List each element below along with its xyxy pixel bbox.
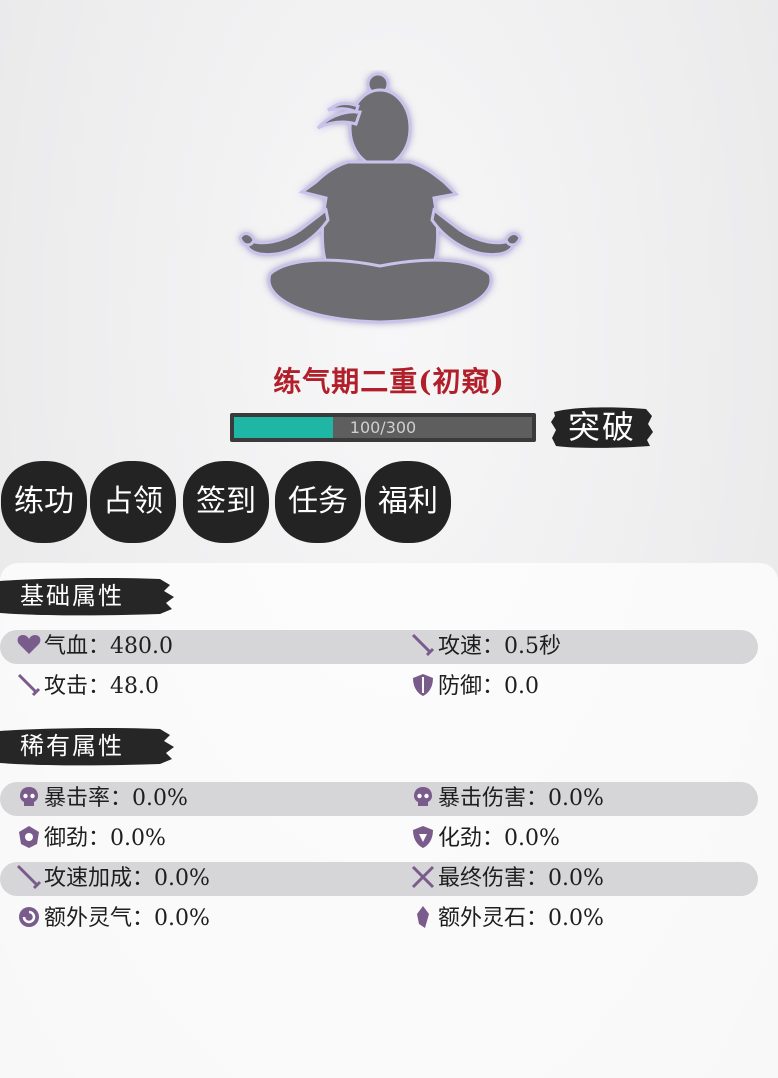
- stat-final-damage: 最终伤害：0.0%: [410, 862, 604, 896]
- stat-value: 0.0%: [548, 866, 604, 891]
- stat-label: 攻击：: [44, 674, 111, 699]
- progress-text: 100/300: [349, 418, 417, 437]
- stat-hp: 气血：480.0: [16, 630, 173, 664]
- check-in-button[interactable]: 签到: [180, 458, 272, 546]
- stat-label: 攻速：: [438, 634, 505, 659]
- stat-value: 0.0%: [132, 786, 188, 811]
- practice-button[interactable]: 练功: [0, 458, 90, 546]
- spiral-icon: [16, 904, 42, 930]
- stat-value: 0.0%: [548, 786, 604, 811]
- stat-crit-damage: 暴击伤害：0.0%: [410, 782, 604, 816]
- stat-attack: 攻击：48.0: [16, 670, 159, 704]
- stat-value: 0.0%: [548, 906, 604, 931]
- stat-label: 攻速加成：: [44, 866, 155, 891]
- stat-value: 0.0%: [110, 826, 166, 851]
- breakthrough-button[interactable]: 突破: [550, 404, 654, 450]
- stat-value: 0.5秒: [504, 634, 562, 659]
- progress-track: 100/300: [234, 417, 532, 438]
- stat-label: 御劲：: [44, 826, 111, 851]
- realm-title: 练气期二重(初窥): [273, 365, 505, 398]
- dissolve-icon: [410, 824, 436, 850]
- stat-label: 额外灵石：: [438, 906, 549, 931]
- stat-value: 480.0: [110, 634, 173, 659]
- stat-label: 化劲：: [438, 826, 505, 851]
- heart-icon: [16, 632, 42, 658]
- stat-label: 暴击率：: [44, 786, 133, 811]
- crossed-swords-icon: [410, 864, 436, 890]
- guard-icon: [16, 824, 42, 850]
- blade-icon: [16, 864, 42, 890]
- stat-value: 0.0%: [154, 866, 210, 891]
- basic-attributes-header: 基础属性: [0, 575, 175, 617]
- stat-label: 额外灵气：: [44, 906, 155, 931]
- cultivator-silhouette: [230, 70, 530, 340]
- check-in-label: 签到: [196, 484, 256, 519]
- cultivation-progress-bar: 100/300: [230, 413, 536, 442]
- stat-label: 防御：: [438, 674, 505, 699]
- sword-icon: [16, 672, 42, 698]
- crystal-icon: [410, 904, 436, 930]
- stat-guard-force: 御劲：0.0%: [16, 822, 166, 856]
- quests-button[interactable]: 任务: [272, 458, 364, 546]
- occupy-label: 占领: [103, 484, 163, 519]
- breakthrough-label: 突破: [567, 408, 636, 446]
- practice-label: 练功: [14, 484, 74, 519]
- stat-value: 48.0: [110, 674, 159, 699]
- quests-label: 任务: [288, 484, 348, 519]
- skull-icon: [410, 784, 436, 810]
- stat-attack-speed-bonus: 攻速加成：0.0%: [16, 862, 210, 896]
- stat-extra-spirit-qi: 额外灵气：0.0%: [16, 902, 210, 936]
- stat-defense: 防御：0.0: [410, 670, 539, 704]
- stat-attack-speed: 攻速：0.5秒: [410, 630, 561, 664]
- stat-label: 最终伤害：: [438, 866, 549, 891]
- shield-icon: [410, 672, 436, 698]
- stat-extra-spirit-stone: 额外灵石：0.0%: [410, 902, 604, 936]
- sword-icon: [410, 632, 436, 658]
- action-buttons: 练功 占领 签到 任务 福利: [0, 458, 778, 550]
- stat-label: 气血：: [44, 634, 111, 659]
- rewards-label: 福利: [378, 484, 438, 519]
- stat-value: 0.0%: [154, 906, 210, 931]
- stat-crit-rate: 暴击率：0.0%: [16, 782, 188, 816]
- stat-value: 0.0: [504, 674, 540, 699]
- rare-attributes-title: 稀有属性: [20, 732, 124, 760]
- basic-attributes-title: 基础属性: [20, 582, 124, 610]
- stat-dissolve-force: 化劲：0.0%: [410, 822, 560, 856]
- stat-label: 暴击伤害：: [438, 786, 549, 811]
- stat-value: 0.0%: [504, 826, 560, 851]
- occupy-button[interactable]: 占领: [87, 458, 179, 546]
- rewards-button[interactable]: 福利: [362, 458, 454, 546]
- attributes-panel: 基础属性 气血：480.0 攻速：0.5秒 攻击：48.0 防御：0.0 稀有属…: [0, 563, 778, 1078]
- rare-attributes-header: 稀有属性: [0, 725, 175, 767]
- skull-icon: [16, 784, 42, 810]
